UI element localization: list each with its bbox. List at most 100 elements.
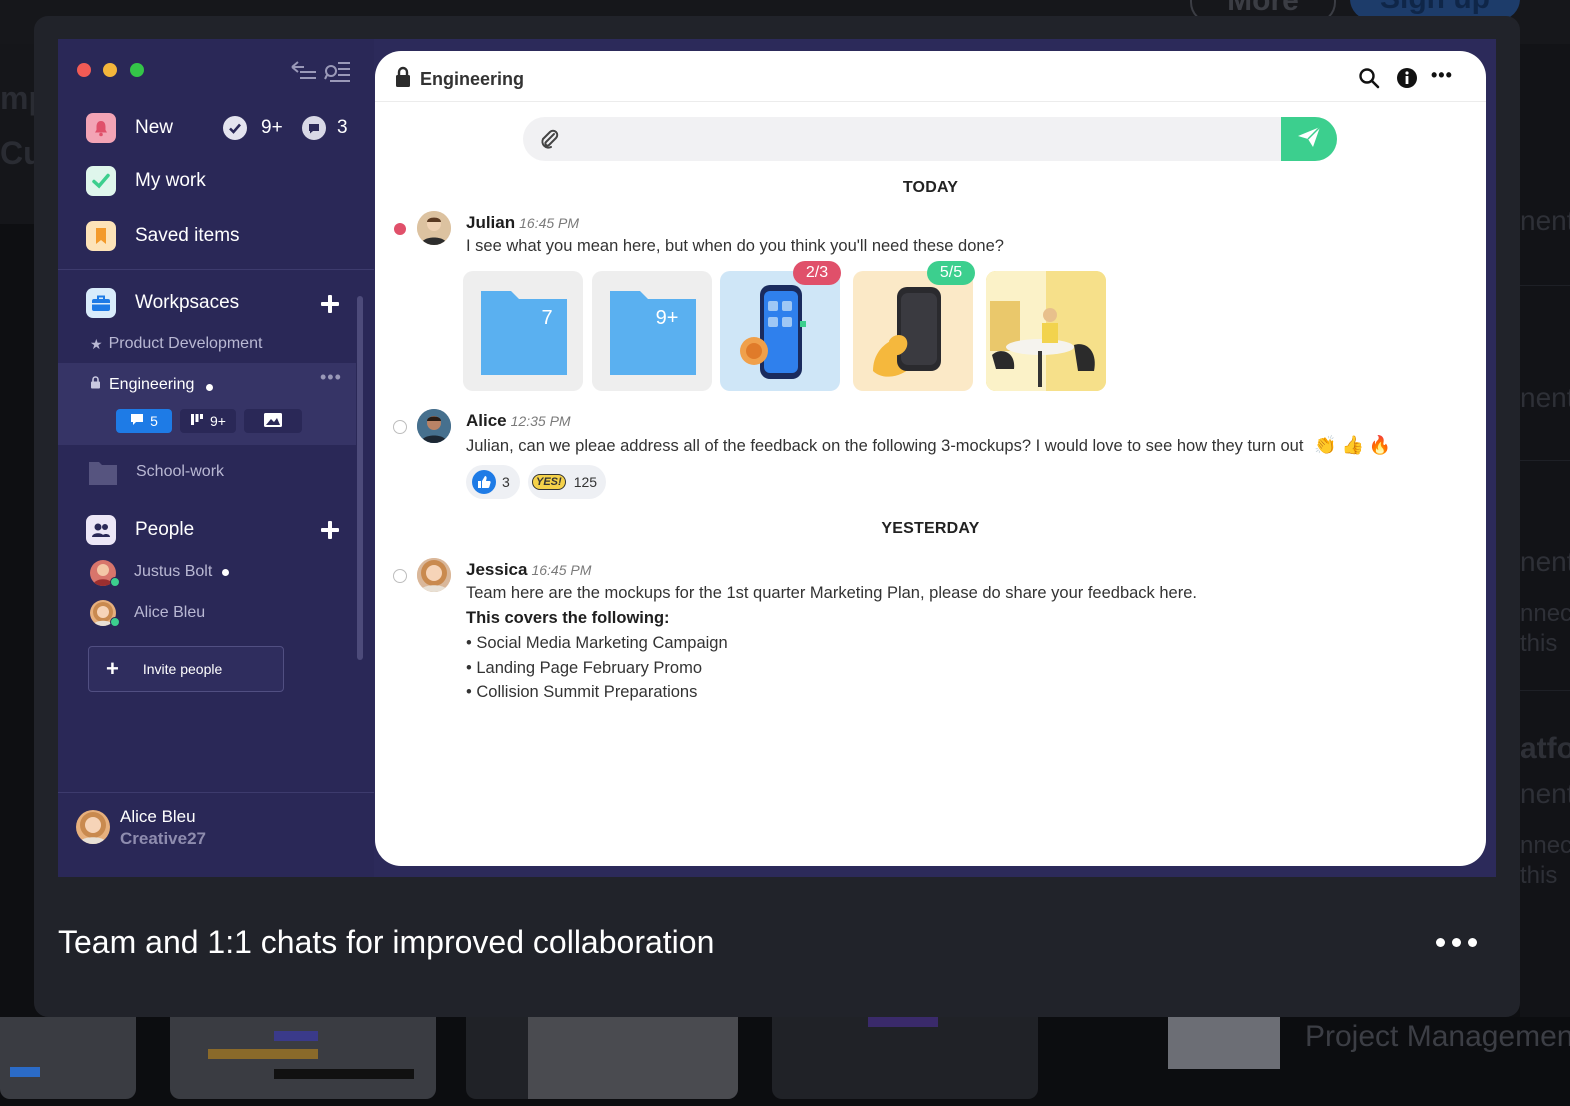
backdrop-thumbnail[interactable] [466,1017,738,1099]
message-author-name: Jessica [466,560,528,579]
nav-saved-items[interactable]: Saved items [86,218,240,254]
attachment-folder[interactable]: 7 [463,271,583,391]
workspace-engineering[interactable]: Engineering [90,376,214,394]
reaction-thumbs-up[interactable]: 3 [466,465,520,499]
backdrop-right-word: nent [1520,382,1570,413]
more-options-icon[interactable]: ••• [1431,65,1453,86]
engineering-options-icon[interactable]: ••• [320,367,342,388]
message-body: Julian, can we pleae address all of the … [466,437,1304,455]
attachment-image[interactable] [986,271,1106,391]
unread-status-icon [394,223,406,235]
person-name: Justus Bolt [134,563,213,580]
caption-more-options-icon[interactable] [1432,926,1482,956]
briefcase-icon [86,288,116,318]
attachment-folder[interactable]: 9+ [592,271,712,391]
engineering-boards-count: 9+ [210,413,226,429]
chat-bubble-icon [302,116,326,140]
bookmark-icon [86,221,116,251]
minimize-window-button[interactable] [103,63,117,77]
backdrop-project-management-label: Project Management [1305,1020,1570,1053]
collapse-sidebar-icon[interactable] [290,59,318,83]
workspace-engineering-label: Engineering [109,376,195,393]
profile-name: Alice Bleu [120,807,196,826]
day-divider-today: TODAY [902,179,959,196]
dot [1436,938,1445,947]
backdrop-right-word: nnec [1520,832,1570,859]
emoji-reactions-inline: 👏 👍 🔥 [1314,435,1392,455]
nav-my-work[interactable]: My work [86,163,206,199]
new-messages-count: 3 [337,117,348,138]
nav-workspaces[interactable]: Workpsaces [86,285,239,321]
profile-avatar[interactable] [76,810,110,844]
message-bullet: • Collision Summit Preparations [466,683,698,701]
info-icon[interactable] [1396,67,1418,94]
backdrop-thumbnail[interactable] [772,1017,1038,1099]
attachment-image[interactable] [853,271,973,391]
nav-people[interactable]: People [86,512,194,548]
message-text: Julian, can we pleae address all of the … [466,435,1391,456]
person-alice-bleu[interactable]: Alice Bleu [134,604,205,622]
add-workspace-button[interactable] [321,295,339,313]
reaction-count: 3 [502,474,510,490]
backdrop-thumbnail[interactable] [0,1017,136,1099]
search-list-icon[interactable] [324,59,352,83]
message-author: Julian 16:45 PM [466,213,579,233]
engineering-chats-count: 5 [150,413,158,429]
backdrop-right-word: nent [1520,778,1570,809]
read-status-icon [393,420,407,434]
app-sidebar: New 9+ 3 My work Saved items Workpsaces … [58,39,374,877]
engineering-boards-chip[interactable]: 9+ [180,409,236,433]
workspace-product-development-label: Product Development [108,335,263,352]
workspace-product-development[interactable]: ★ Product Development [90,335,262,353]
invite-people-label: Invite people [142,661,223,677]
search-icon[interactable] [1358,67,1380,94]
message-bullet: • Landing Page February Promo [466,659,702,677]
engineering-media-chip[interactable] [244,409,302,433]
message-author-name: Julian [466,213,516,232]
add-people-button[interactable] [321,521,339,539]
nav-new[interactable]: New [86,110,173,146]
unread-dot-icon [222,568,230,576]
workspace-school-work[interactable]: School-work [136,463,224,481]
close-window-button[interactable] [77,63,91,77]
sidebar-scrollbar[interactable] [357,296,363,660]
yes-sticker-icon: YES! [532,474,566,490]
board-columns-icon [190,413,204,429]
maximize-window-button[interactable] [130,63,144,77]
nav-workspaces-label: Workpsaces [135,292,240,313]
attachment-image[interactable] [720,271,840,391]
reaction-yes-sticker[interactable]: YES! 125 [528,465,606,499]
chat-bubble-icon [130,413,144,429]
message-time: 12:35 PM [510,413,571,429]
unread-dot-icon [206,383,214,391]
nav-new-label: New [135,117,174,138]
profile-team: Creative27 [120,829,207,848]
backdrop-right-word: this [1520,630,1558,657]
paperclip-icon[interactable] [537,127,561,156]
backdrop-left-column [0,44,34,224]
online-status-icon [110,617,120,627]
engineering-chats-chip[interactable]: 5 [116,409,172,433]
backdrop-right-word: nnec [1520,600,1570,627]
message-composer[interactable] [523,117,1337,161]
lock-icon [395,66,411,93]
message-author-name: Alice [466,411,507,430]
attachment-badge: 5/5 [927,261,975,285]
sidebar-divider [58,792,374,793]
sidebar-divider [58,269,374,270]
message-time: 16:45 PM [519,215,580,231]
person-justus-bolt[interactable]: Justus Bolt [134,563,230,581]
send-button[interactable] [1281,117,1337,161]
screenshot-caption: Team and 1:1 chats for improved collabor… [58,924,715,960]
backdrop-right-word: this [1520,862,1558,889]
avatar [417,558,451,592]
dot [1468,938,1477,947]
message-text: I see what you mean here, but when do yo… [466,237,1004,255]
backdrop-divider [1520,690,1570,691]
backdrop-right-word: atfo [1520,732,1570,765]
backdrop-divider [1520,285,1570,286]
invite-people-button[interactable]: + Invite people [88,646,284,692]
nav-saved-items-label: Saved items [135,225,240,246]
backdrop-thumbnail[interactable] [170,1017,436,1099]
lock-icon [90,376,101,394]
